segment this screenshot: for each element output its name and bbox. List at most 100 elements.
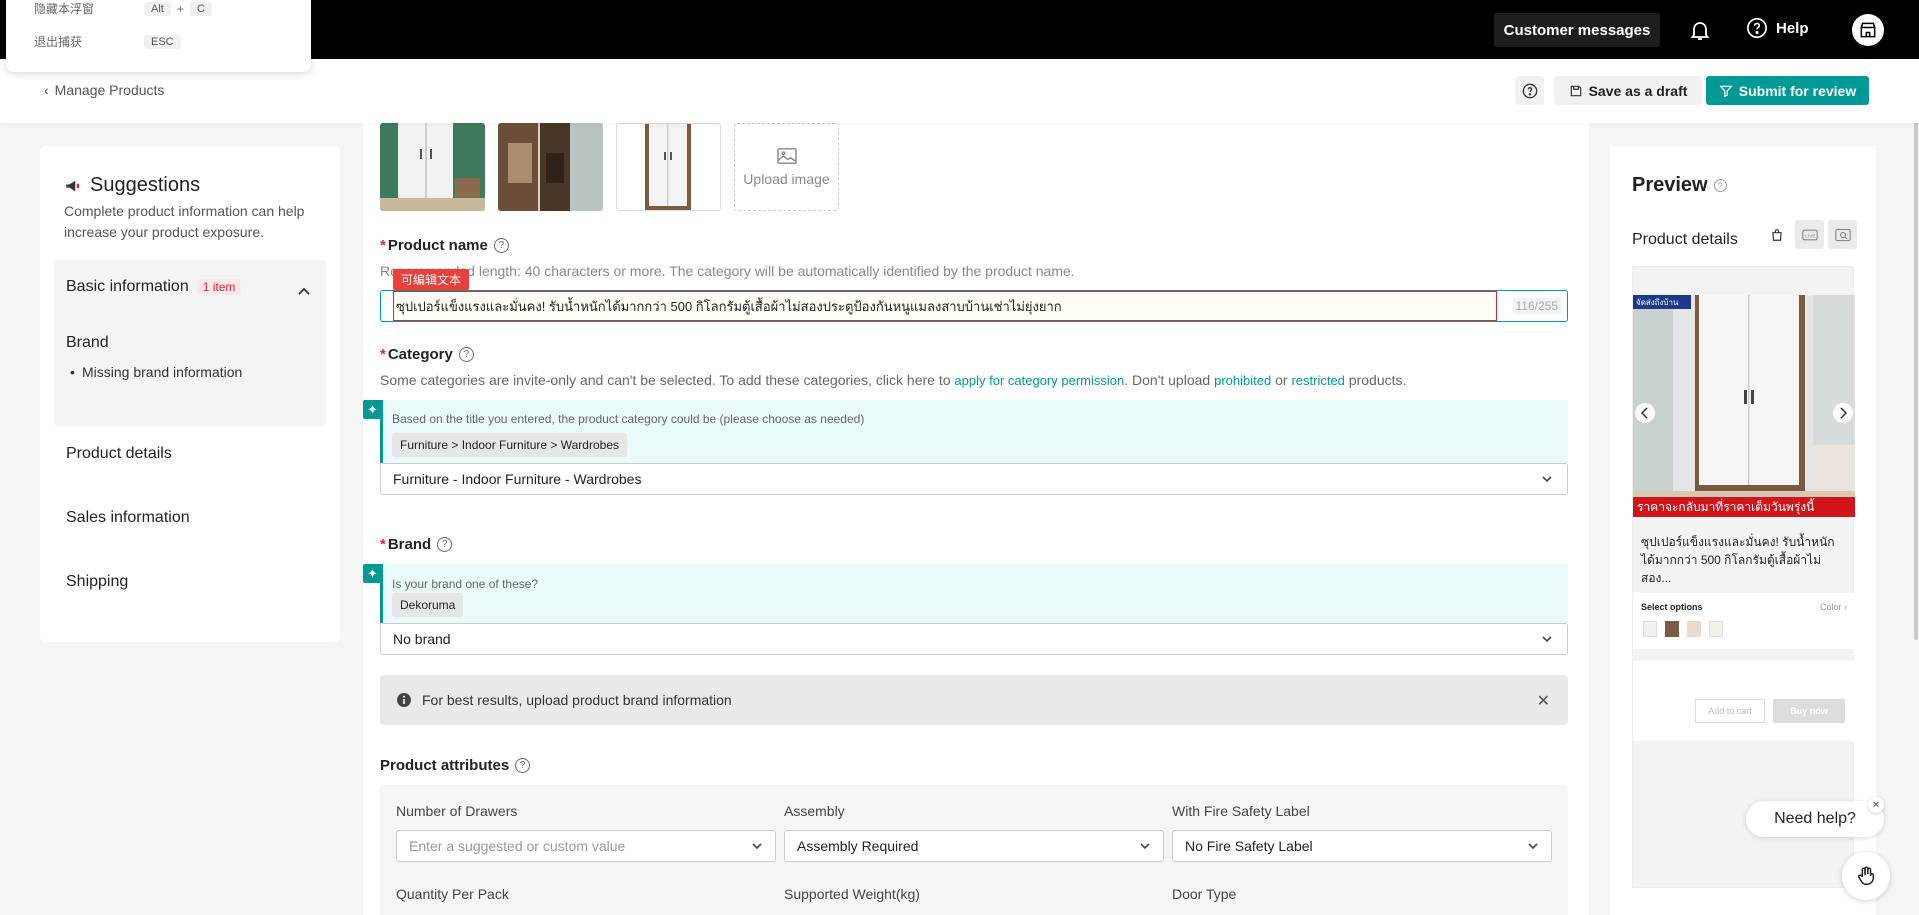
category-ai-text: Based on the title you entered, the prod… [392,412,865,426]
door-type-label: Door Type [1172,886,1237,902]
brand-select[interactable]: No brand [380,623,1568,655]
buy-now-button: Buy now [1773,699,1845,723]
preview-product-details: Product details [1632,231,1738,248]
fire-safety-label: With Fire Safety Label [1172,803,1310,819]
basic-information-header[interactable]: Basic information 1 item [66,278,242,296]
quantity-per-pack-label: Quantity Per Pack [396,886,509,902]
question-icon[interactable]: ? [1713,179,1727,192]
shopping-bag-icon[interactable] [1762,220,1791,249]
bell-icon[interactable] [1688,18,1712,42]
suggestions-subtitle: Complete product information can help in… [64,203,305,240]
drawers-input[interactable]: Enter a suggested or custom value [396,830,776,862]
question-icon[interactable]: ? [493,238,509,253]
product-name-input[interactable]: ซุปเปอร์แข็งแรงและมั่นคง! รับน้ำหนักได้ม… [393,291,1497,321]
ai-sparkle-icon: ✦ [363,564,382,583]
suggestion-sales-information[interactable]: Sales information [66,509,190,527]
shortcut-row-exit: 退出捕获 ESC [34,33,181,50]
live-icon[interactable]: LIVE [1795,220,1824,249]
preview-red-banner: ราคาจะกลับมาที่ราคาเต็มวันพรุ่งนี้ [1637,498,1815,515]
info-icon [397,693,411,707]
save-icon [1570,85,1581,96]
ai-sparkle-icon: ✦ [363,400,382,419]
product-image-3[interactable] [616,123,721,211]
chevron-left-icon: ‹ [44,82,49,98]
chevron-down-icon [1542,476,1552,483]
category-ai-suggestion: ✦ Based on the title you entered, the pr… [363,400,1568,463]
product-image-1[interactable] [380,123,485,211]
brand-ai-text: Is your brand one of these? [392,577,539,591]
prohibited-link[interactable]: prohibited [1214,373,1271,388]
esc-key: ESC [144,34,181,49]
phone-preview: ราคาจะกลับมาที่ราคาเต็มวันพรุ่งนี้ จัดส่… [1632,266,1855,888]
preview-tabs: LIVE [1762,220,1857,249]
help-button[interactable]: Help [1746,17,1809,39]
preview-action-bar: Add to cart Buy now [1633,661,1855,741]
manage-products-link[interactable]: ‹ Manage Products [44,82,164,98]
close-icon[interactable]: ✕ [1868,797,1884,813]
basic-information-section[interactable]: Basic information 1 item Brand Missing b… [54,260,326,426]
assembly-label: Assembly [784,803,845,819]
scrollbar[interactable] [1914,110,1918,640]
brand-ai-suggestion: ✦ Is your brand one of these? Dekoruma [363,564,1568,623]
hand-icon[interactable] [1842,852,1890,900]
product-name-label: * Product name ? [380,237,509,254]
preview-product-image: ราคาจะกลับมาที่ราคาเต็มวันพรุ่งนี้ จัดส่… [1633,295,1855,517]
supported-weight-label: Supported Weight(kg) [784,886,920,902]
question-icon[interactable]: ? [437,537,453,552]
brand-info-alert: For best results, upload product brand i… [380,675,1568,725]
product-image-2[interactable] [498,123,603,211]
submit-review-button[interactable]: Submit for review [1706,76,1869,105]
preview-image-badge: จัดส่งถึงบ้าน [1636,298,1679,307]
alt-key: Alt [144,1,171,16]
product-form: Upload image * Product name ? Recommended… [363,123,1589,915]
assembly-select[interactable]: Assembly Required [784,830,1164,862]
chevron-up-icon[interactable] [298,282,310,298]
restricted-link[interactable]: restricted [1291,373,1344,388]
brand-suggestion-chip[interactable]: Dekoruma [392,593,464,617]
suggestion-brand[interactable]: Brand [66,334,109,352]
funnel-icon [1719,85,1733,97]
shortcut-panel: 隐藏本浮窗 Alt + C 退出捕获 ESC [6,0,311,72]
question-icon[interactable]: ? [458,347,474,362]
chevron-down-icon [1542,636,1552,643]
c-key: C [189,1,212,16]
shop-avatar-icon[interactable] [1852,14,1884,46]
category-hint: Some categories are invite-only and can'… [380,372,1407,388]
question-icon[interactable]: ? [515,758,531,773]
close-icon[interactable]: ✕ [1537,691,1550,711]
customer-messages-button[interactable]: Customer messages [1494,13,1660,47]
chevron-down-icon [1528,843,1538,850]
brand-label: * Brand ? [380,536,453,553]
need-help-bubble[interactable]: Need help? [1746,801,1884,837]
suggestions-card: Suggestions Complete product information… [40,146,340,642]
preview-description: ซุปเปอร์แข็งแรงและมั่นคง! รับน้ำหนักได้ม… [1641,535,1835,585]
product-attributes-title: Product attributes ? [380,757,531,774]
save-draft-button[interactable]: Save as a draft [1554,76,1702,105]
svg-text:LIVE: LIVE [1805,233,1815,239]
category-label: * Category ? [380,346,474,363]
product-name-field[interactable]: ซุปเปอร์แข็งแรงและมั่นคง! รับน้ำหนักได้ม… [380,269,1568,322]
apply-permission-link[interactable]: apply for category permission [954,373,1124,388]
missing-brand-item[interactable]: Missing brand information [70,364,242,380]
help-circle-button[interactable] [1515,76,1544,105]
preview-title: Preview ? [1632,174,1727,197]
shortcut-row-hide: 隐藏本浮窗 Alt + C [34,0,212,17]
product-name-hint: Recommended length: 40 characters or mor… [380,263,1075,279]
category-select[interactable]: Furniture - Indoor Furniture - Wardrobes [380,463,1568,495]
help-label: Help [1776,19,1809,37]
product-attributes-box: Number of Drawers Enter a suggested or c… [380,785,1568,915]
editable-text-tag: 可编辑文本 [393,269,470,290]
upload-image-button[interactable]: Upload image [734,123,839,211]
question-icon [1747,18,1767,38]
character-count: 116/255 [1512,298,1561,314]
question-icon [1522,83,1537,98]
fire-safety-select[interactable]: No Fire Safety Label [1172,830,1552,862]
search-preview-icon[interactable] [1828,220,1857,249]
category-suggestion-chip[interactable]: Furniture > Indoor Furniture > Wardrobes [392,433,627,457]
add-to-cart-button: Add to cart [1695,699,1765,723]
suggestion-shipping[interactable]: Shipping [66,573,128,591]
image-icon [776,148,797,164]
suggestion-product-details[interactable]: Product details [66,445,172,463]
suggestions-title: Suggestions [64,174,200,197]
megaphone-icon [66,180,79,191]
